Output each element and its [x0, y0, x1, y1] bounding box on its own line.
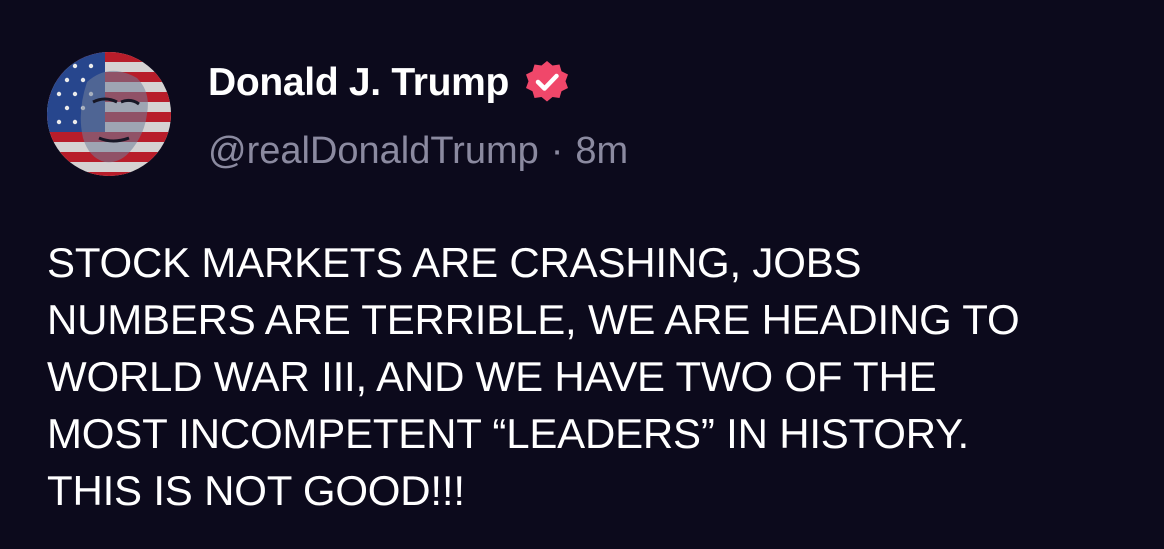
meta-separator: ·: [550, 129, 564, 172]
author-avatar[interactable]: [47, 52, 171, 176]
author-handle[interactable]: @realDonaldTrump: [208, 130, 539, 173]
post-body: STOCK MARKETS ARE CRASHING, JOBS NUMBERS…: [47, 234, 1127, 519]
post-body-line: MOST INCOMPETENT “LEADERS” IN HISTORY.: [47, 410, 970, 457]
post-timestamp[interactable]: 8m: [575, 130, 628, 173]
post-meta: @realDonaldTrump · 8m: [208, 126, 628, 176]
post-body-line: THIS IS NOT GOOD!!!: [47, 467, 465, 514]
post-body-line: WORLD WAR III, AND WE HAVE TWO OF THE: [47, 353, 937, 400]
post-body-line: NUMBERS ARE TERRIBLE, WE ARE HEADING TO: [47, 296, 1020, 343]
verified-badge-icon: [523, 59, 571, 107]
author-name-row: Donald J. Trump: [208, 58, 571, 108]
author-display-name[interactable]: Donald J. Trump: [208, 61, 509, 105]
post-body-line: STOCK MARKETS ARE CRASHING, JOBS: [47, 239, 862, 286]
post-card: Donald J. Trump @realDonaldTrump · 8m ST…: [0, 0, 1164, 549]
